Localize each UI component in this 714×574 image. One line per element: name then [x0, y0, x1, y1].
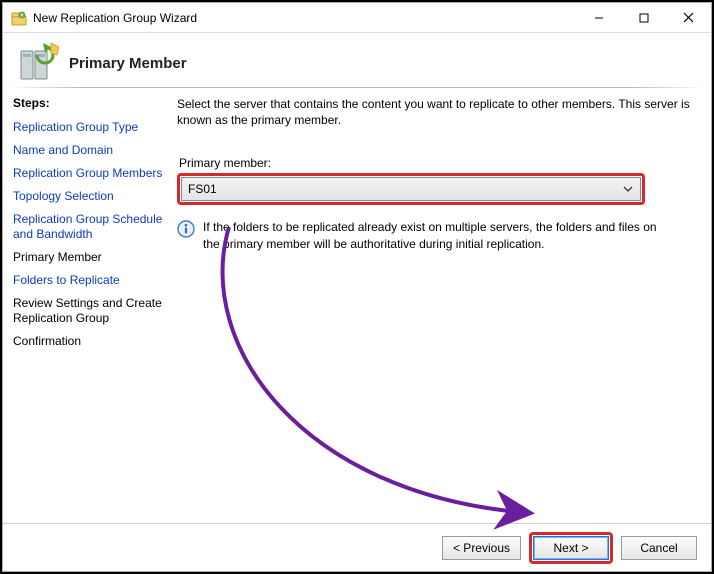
- wizard-footer: < Previous Next > Cancel: [3, 523, 711, 571]
- window-controls: [576, 3, 711, 32]
- steps-sidebar: Steps: Replication Group Type Name and D…: [3, 88, 171, 523]
- next-button[interactable]: Next >: [533, 536, 609, 560]
- previous-button[interactable]: < Previous: [442, 536, 521, 560]
- step-primary-member[interactable]: Primary Member: [13, 246, 163, 269]
- step-topology-selection[interactable]: Topology Selection: [13, 185, 163, 208]
- primary-member-dropdown[interactable]: FS01: [181, 177, 641, 201]
- close-button[interactable]: [666, 3, 711, 32]
- info-text: If the folders to be replicated already …: [203, 219, 667, 251]
- step-replication-group-schedule[interactable]: Replication Group Schedule and Bandwidth: [13, 208, 163, 246]
- wizard-body: Steps: Replication Group Type Name and D…: [3, 88, 711, 523]
- info-icon: [177, 220, 195, 238]
- page-title: Primary Member: [69, 55, 187, 72]
- step-folders-to-replicate[interactable]: Folders to Replicate: [13, 269, 163, 292]
- wizard-window: New Replication Group Wizard: [2, 2, 712, 572]
- primary-member-value: FS01: [188, 182, 620, 196]
- next-button-highlight: Next >: [529, 532, 613, 564]
- wizard-header: Primary Member: [3, 33, 711, 88]
- primary-member-label: Primary member:: [179, 156, 697, 170]
- chevron-down-icon: [620, 181, 636, 197]
- titlebar: New Replication Group Wizard: [3, 3, 711, 33]
- info-row: If the folders to be replicated already …: [177, 219, 667, 251]
- instruction-text: Select the server that contains the cont…: [177, 96, 697, 128]
- step-review-settings[interactable]: Review Settings and Create Replication G…: [13, 292, 163, 330]
- cancel-button[interactable]: Cancel: [621, 536, 697, 560]
- content-pane: Select the server that contains the cont…: [171, 88, 711, 523]
- step-replication-group-members[interactable]: Replication Group Members: [13, 162, 163, 185]
- primary-member-highlight: FS01: [177, 173, 645, 205]
- steps-heading: Steps:: [13, 96, 163, 110]
- window-title: New Replication Group Wizard: [33, 11, 576, 25]
- app-icon: [11, 10, 27, 26]
- step-confirmation[interactable]: Confirmation: [13, 330, 163, 353]
- maximize-button[interactable]: [621, 3, 666, 32]
- step-replication-group-type[interactable]: Replication Group Type: [13, 116, 163, 139]
- minimize-button[interactable]: [576, 3, 621, 32]
- primary-member-icon: [15, 41, 59, 85]
- step-name-and-domain[interactable]: Name and Domain: [13, 139, 163, 162]
